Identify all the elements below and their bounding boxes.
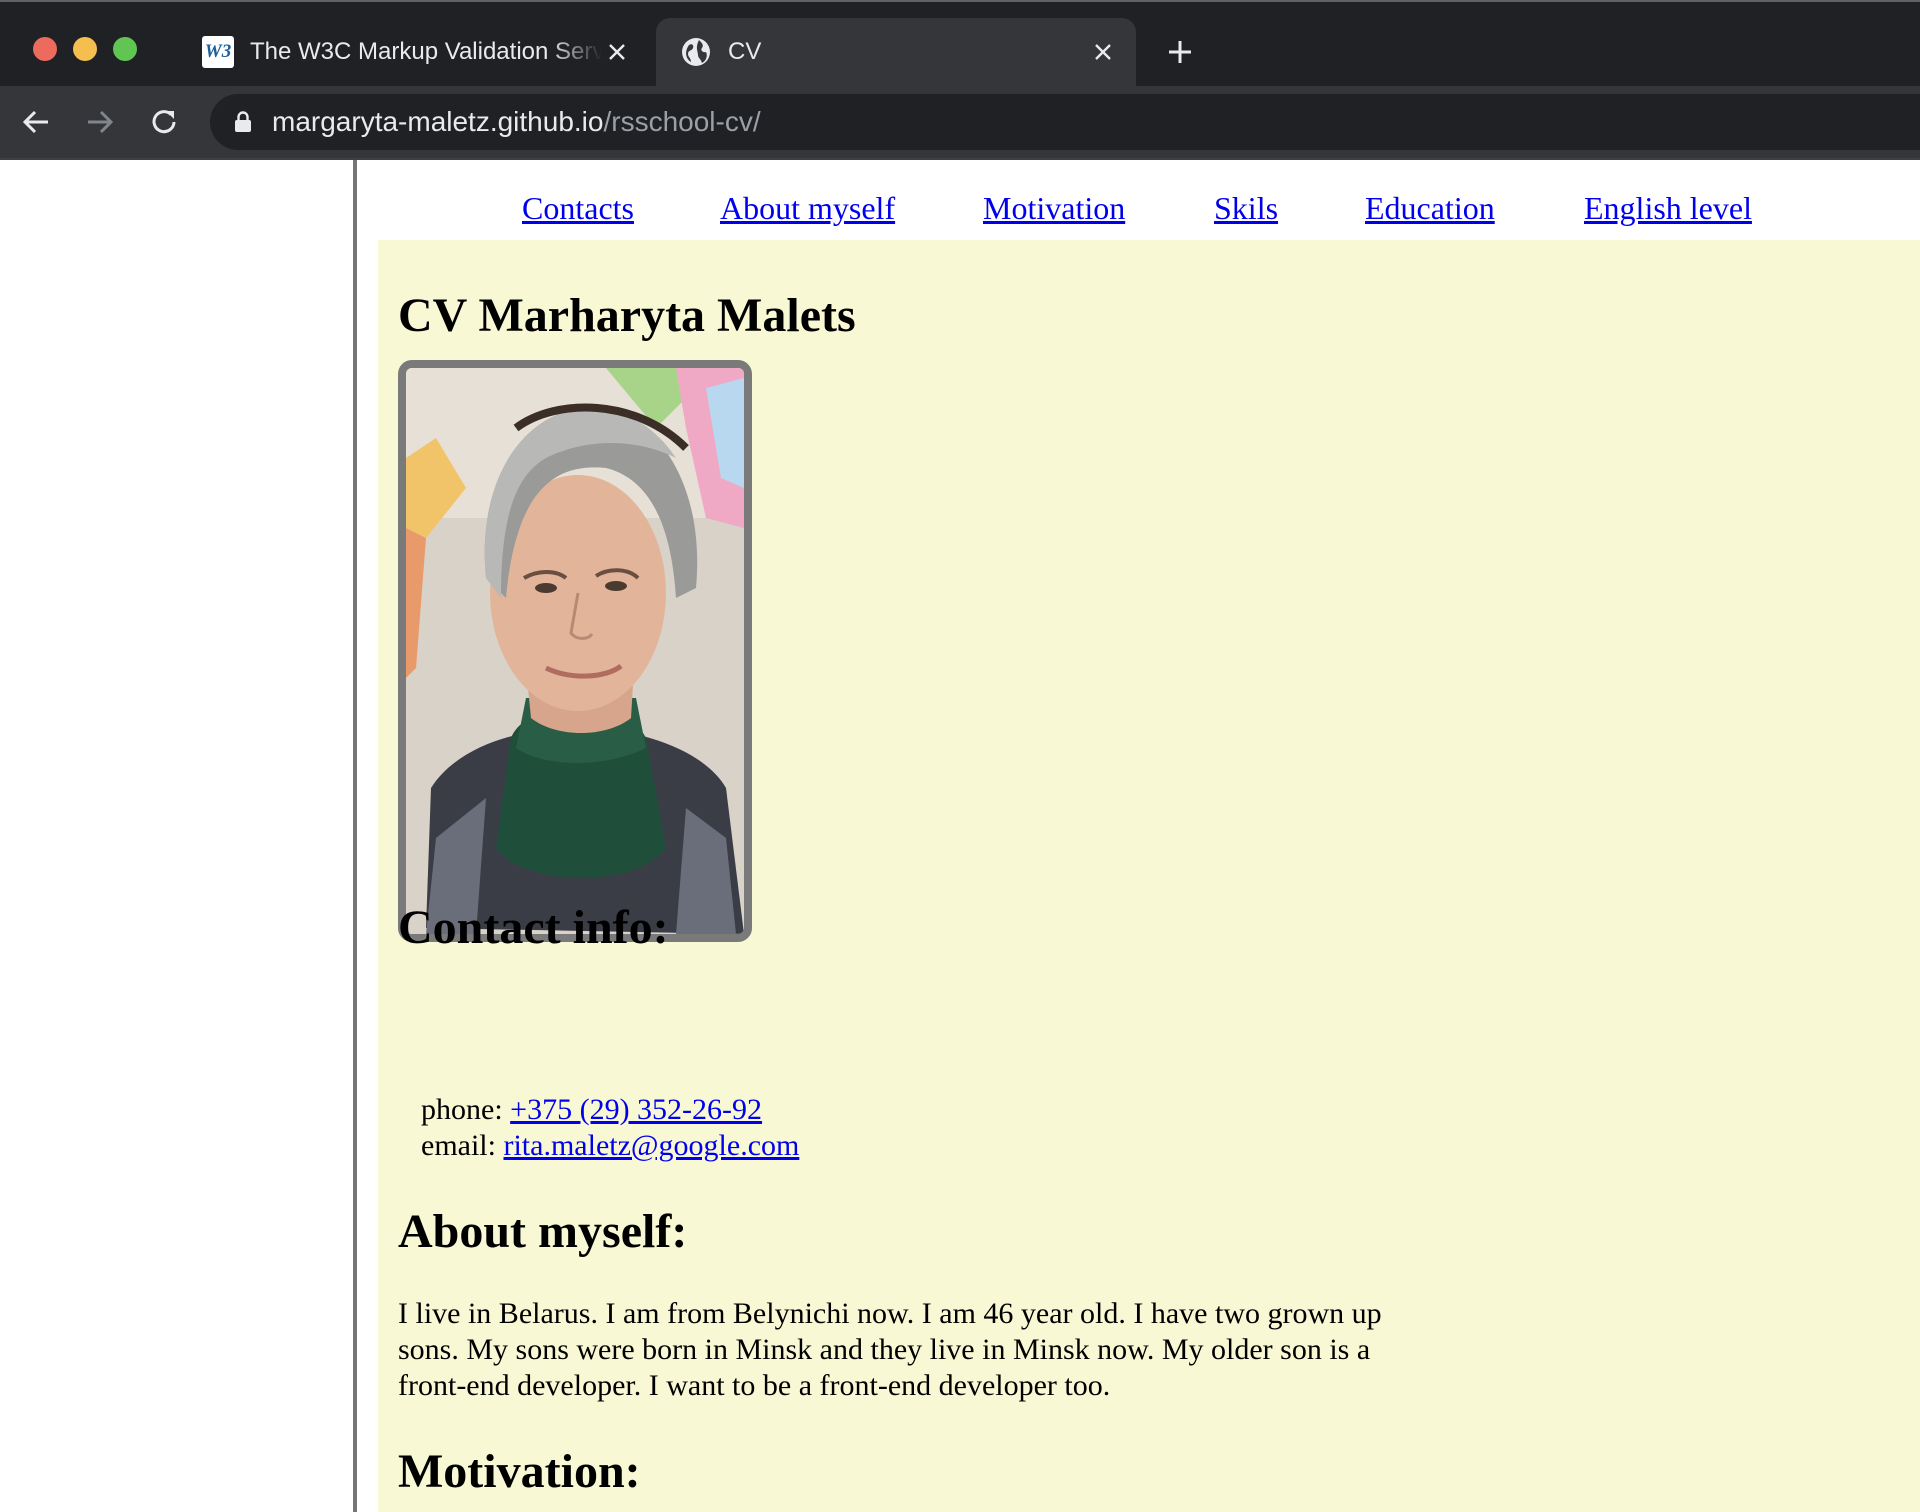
close-icon[interactable] [1088,37,1118,67]
plus-icon [1169,41,1191,63]
page-content: Contacts About myself Motivation Skils E… [0,160,1920,1512]
back-button[interactable] [14,100,58,144]
top-navigation: Contacts About myself Motivation Skils E… [378,190,1920,240]
email-row: email: rita.maletz@google.com [421,1128,799,1164]
w3c-icon: W3 [202,36,234,68]
about-myself-text: I live in Belarus. I am from Belynichi n… [398,1297,1382,1402]
arrow-left-icon [22,110,48,134]
phone-label: phone: [421,1093,503,1126]
address-bar[interactable]: margaryta-maletz.github.io/rsschool-cv/ [210,94,1920,150]
tab-strip: W3 The W3C Markup Validation Service CV [0,2,1920,86]
phone-link[interactable]: +375 (29) 352-26-92 [510,1093,762,1126]
browser-toolbar: margaryta-maletz.github.io/rsschool-cv/ [0,86,1920,158]
new-tab-button[interactable] [1160,32,1200,72]
minimize-window-button[interactable] [73,37,97,61]
nav-link-skils[interactable]: Skils [1214,190,1278,227]
about-myself-heading: About myself: [398,1205,688,1258]
motivation-heading: Motivation: [398,1445,641,1498]
page-title: CV Marharyta Malets [398,289,856,342]
email-label: email: [421,1129,496,1162]
nav-link-english-level[interactable]: English level [1584,190,1752,227]
url-path: /rsschool-cv/ [603,106,761,137]
tab-title: CV [728,38,762,65]
page-left-border [353,160,357,1512]
profile-photo [398,360,752,942]
nav-link-motivation[interactable]: Motivation [983,190,1125,227]
phone-row: phone: +375 (29) 352-26-92 [421,1092,799,1128]
contact-info-heading: Contact info: [398,901,669,954]
tab-w3c-validator[interactable]: W3 The W3C Markup Validation Service [190,18,650,86]
tab-title: The W3C Markup Validation Service [250,38,602,65]
maximize-window-button[interactable] [113,37,137,61]
contact-info-list: phone: +375 (29) 352-26-92 email: rita.m… [421,1092,799,1164]
reload-button[interactable] [142,100,186,144]
arrow-right-icon [88,110,114,134]
reload-icon [152,110,176,134]
tab-cv[interactable]: CV [656,18,1136,86]
lock-icon[interactable] [234,111,252,133]
email-link[interactable]: rita.maletz@google.com [503,1129,799,1162]
nav-link-contacts[interactable]: Contacts [522,190,634,227]
globe-icon [682,38,710,66]
nav-link-about-myself[interactable]: About myself [720,190,895,227]
close-window-button[interactable] [33,37,57,61]
forward-button[interactable] [78,100,122,144]
close-icon[interactable] [602,37,632,67]
url-host: margaryta-maletz.github.io [272,106,604,137]
cv-main: CV Marharyta Malets Contact info: phone:… [378,240,1920,1512]
nav-link-education[interactable]: Education [1365,190,1495,227]
